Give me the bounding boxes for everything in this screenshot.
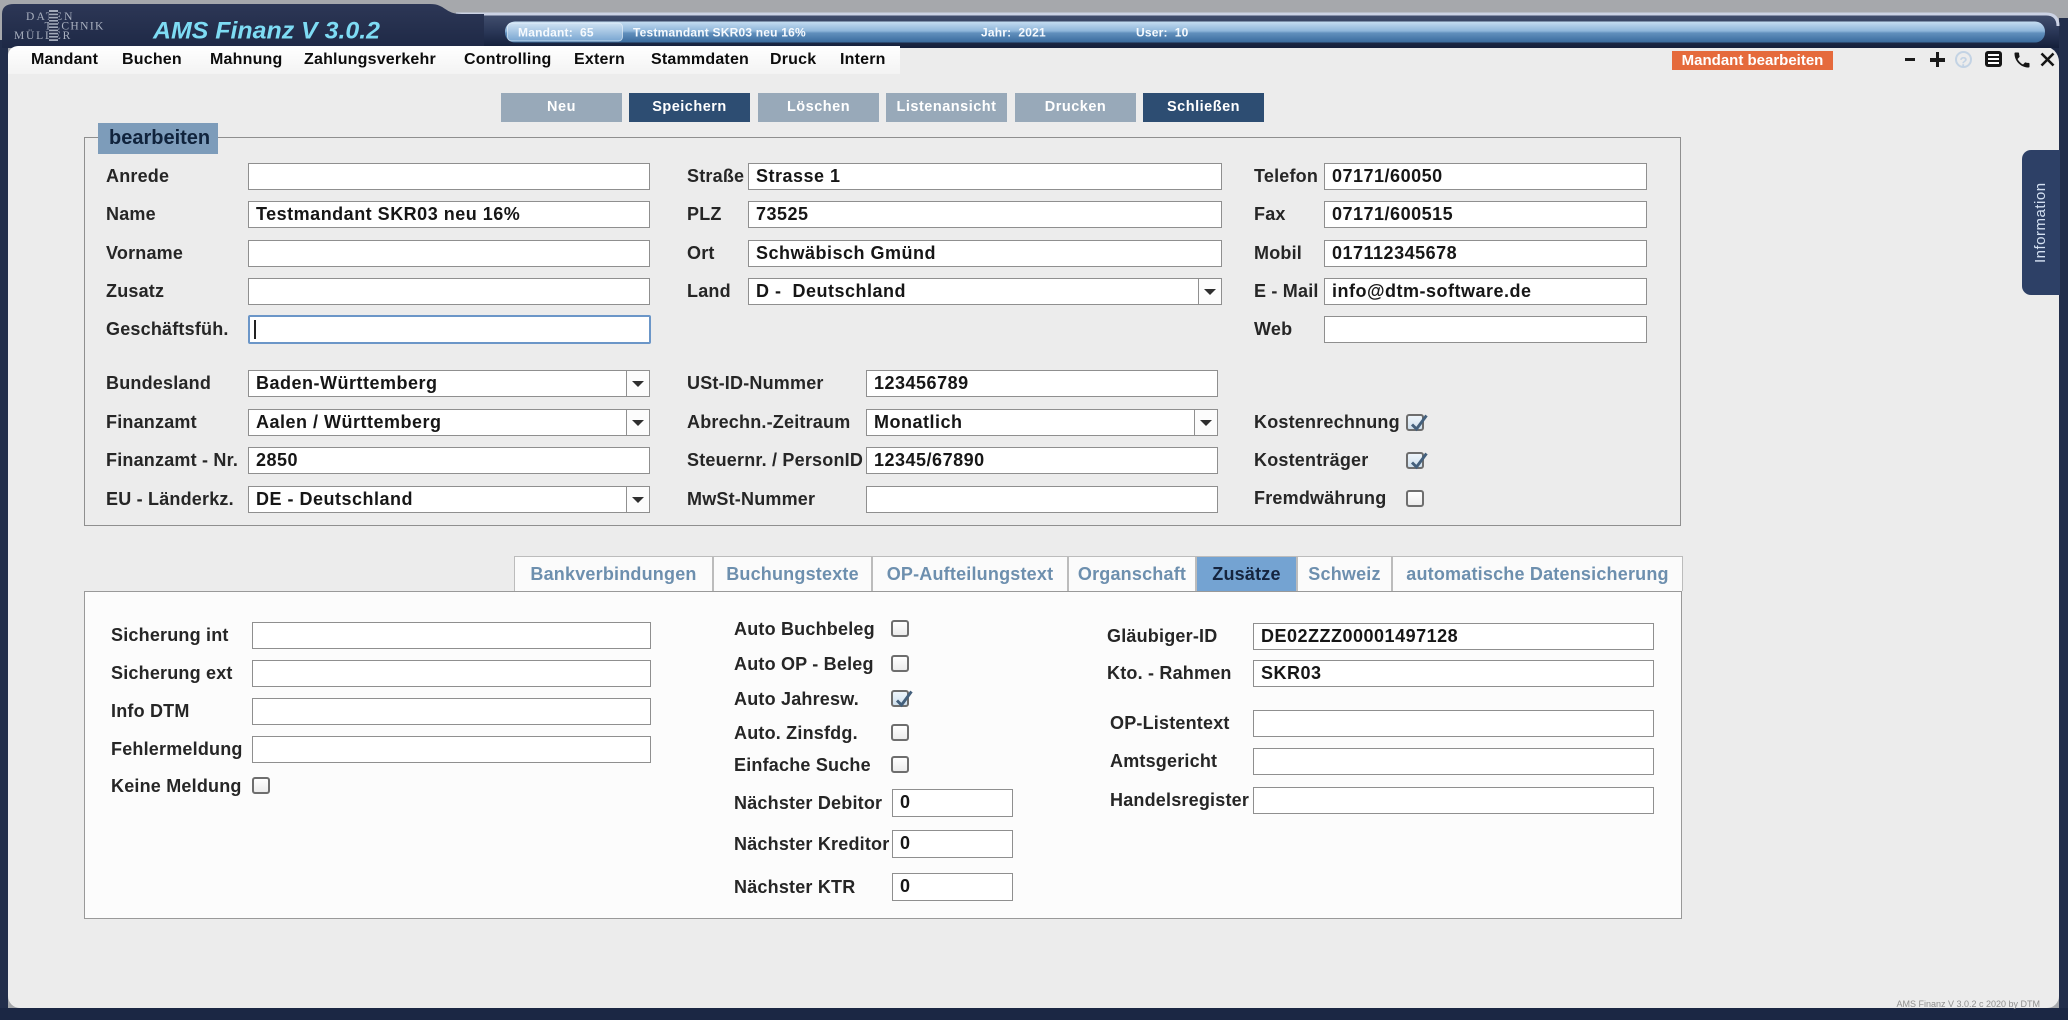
- svg-text:Jahr: 2021: Jahr: 2021: [981, 26, 1046, 40]
- svg-text:AMS Finanz V 3.0.2: AMS Finanz V 3.0.2: [152, 18, 380, 45]
- svg-text:User: 10: User: 10: [1136, 26, 1189, 40]
- svg-text:Mandant: 65: Mandant: 65: [518, 26, 594, 40]
- svg-text:MÜLLER: MÜLLER: [14, 28, 72, 42]
- svg-text:Testmandant SKR03 neu 16%: Testmandant SKR03 neu 16%: [633, 26, 806, 40]
